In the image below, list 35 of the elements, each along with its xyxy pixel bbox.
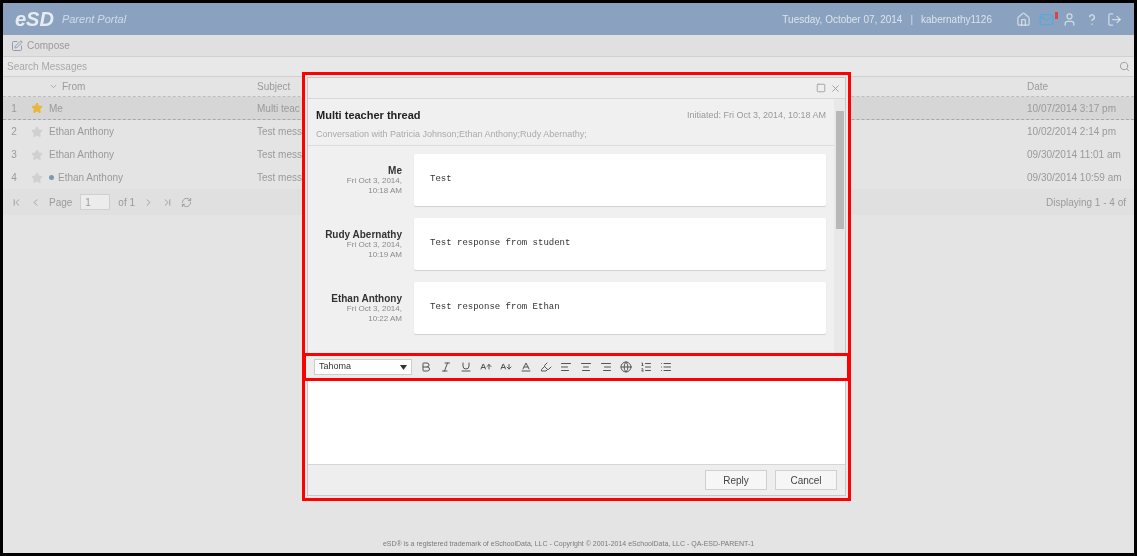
separator: | [910, 12, 913, 27]
subject: Test mess [257, 172, 302, 183]
date: 10/02/2014 2:14 pm [1027, 125, 1116, 139]
row-number: 2 [10, 125, 18, 139]
logo: eSD [15, 7, 54, 32]
participants: Conversation with Patricia Johnson;Ethan Anthony;Rudy Abernathy; [316, 127, 588, 141]
page-label: Page [49, 195, 73, 210]
author-name: Ethan Anthony [330, 292, 402, 304]
row-number: 4 [10, 171, 18, 185]
author-name: Me [387, 164, 402, 176]
current-date: Tuesday, October 07, 2014 [782, 12, 903, 27]
sender: Ethan Anthony [49, 125, 115, 139]
row-number: 3 [10, 148, 18, 162]
subject: Test mess [257, 149, 302, 160]
message-text: Test response from student [430, 237, 571, 251]
username: kabernathy1126 [921, 12, 992, 27]
message-time: Fri Oct 3, 2014, 10:19 AM [346, 239, 402, 260]
message-text: Test [430, 173, 452, 187]
page-count: of 1 [118, 195, 136, 210]
sender: Ethan Anthony [58, 171, 124, 185]
sender: Me [49, 101, 63, 116]
date: 09/30/2014 11:01 am [1027, 148, 1121, 162]
initiated-date: Initiated: Fri Oct 3, 2014, 10:18 AM [686, 108, 826, 122]
author-name: Rudy Abernathy [324, 228, 402, 240]
message-text: Test response from Ethan [430, 301, 560, 315]
subject: Test mess [257, 126, 302, 137]
message-time: Fri Oct 3, 2014, 10:18 AM [345, 175, 402, 196]
row-number: 1 [10, 101, 18, 116]
date: 09/30/2014 10:59 am [1027, 171, 1122, 185]
portal-title: Parent Portal [61, 11, 127, 27]
sender: Ethan Anthony [49, 148, 115, 162]
thread-title: Multi teacher thread [316, 108, 421, 123]
subject: Multi teac [257, 102, 300, 114]
displaying-count: Displaying 1 - 4 of [1045, 195, 1126, 210]
message-time: Fri Oct 3, 2014, 10:22 AM [345, 303, 402, 324]
